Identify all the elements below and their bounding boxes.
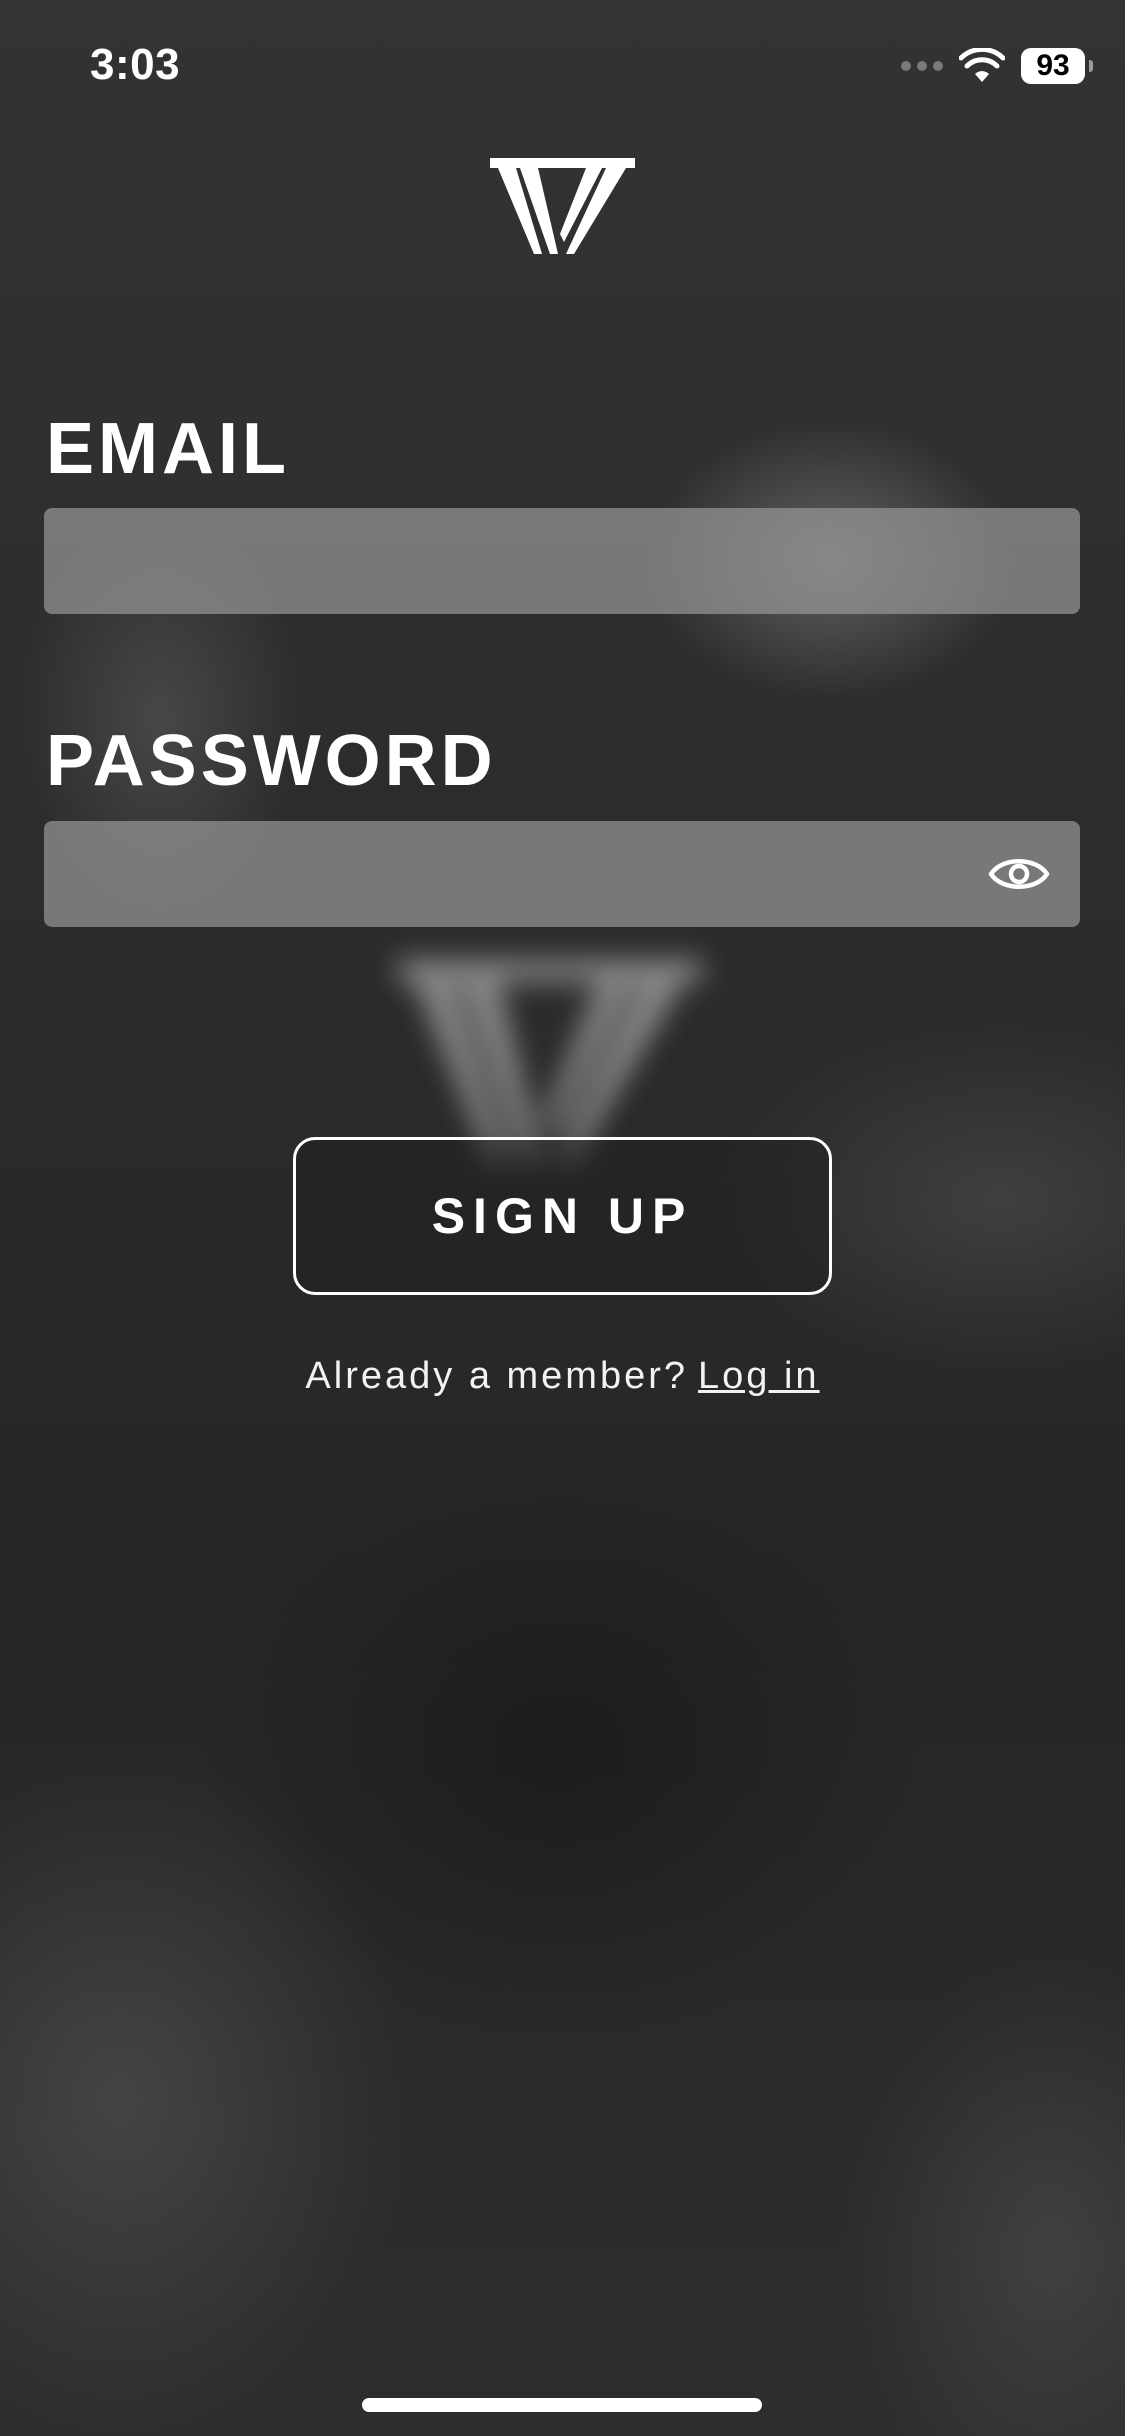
brand-logo-icon — [490, 158, 635, 254]
email-field[interactable] — [44, 508, 1080, 614]
sign-up-button[interactable]: SIGN UP — [293, 1137, 832, 1295]
password-field-container — [44, 821, 1080, 927]
battery-level: 93 — [1036, 49, 1070, 82]
log-in-link[interactable]: Log in — [698, 1355, 820, 1397]
battery-icon: 93 — [1021, 48, 1093, 84]
password-label: PASSWORD — [46, 721, 497, 801]
member-prompt-text: Already a member? — [305, 1355, 689, 1397]
wifi-icon — [959, 48, 1005, 82]
signup-screen: 3:03 93 EMAIL PASSWORD SIGN UP Already a… — [0, 0, 1125, 2436]
password-field[interactable] — [44, 821, 1080, 927]
login-prompt: Already a member? Log in — [0, 1355, 1125, 1398]
home-indicator[interactable] — [362, 2398, 762, 2412]
status-time: 3:03 — [90, 40, 181, 89]
email-field-container — [44, 508, 1080, 614]
email-label: EMAIL — [46, 409, 290, 489]
cellular-signal-icon — [901, 61, 943, 71]
eye-icon[interactable] — [988, 849, 1050, 899]
status-bar-icons: 93 — [901, 48, 1093, 84]
